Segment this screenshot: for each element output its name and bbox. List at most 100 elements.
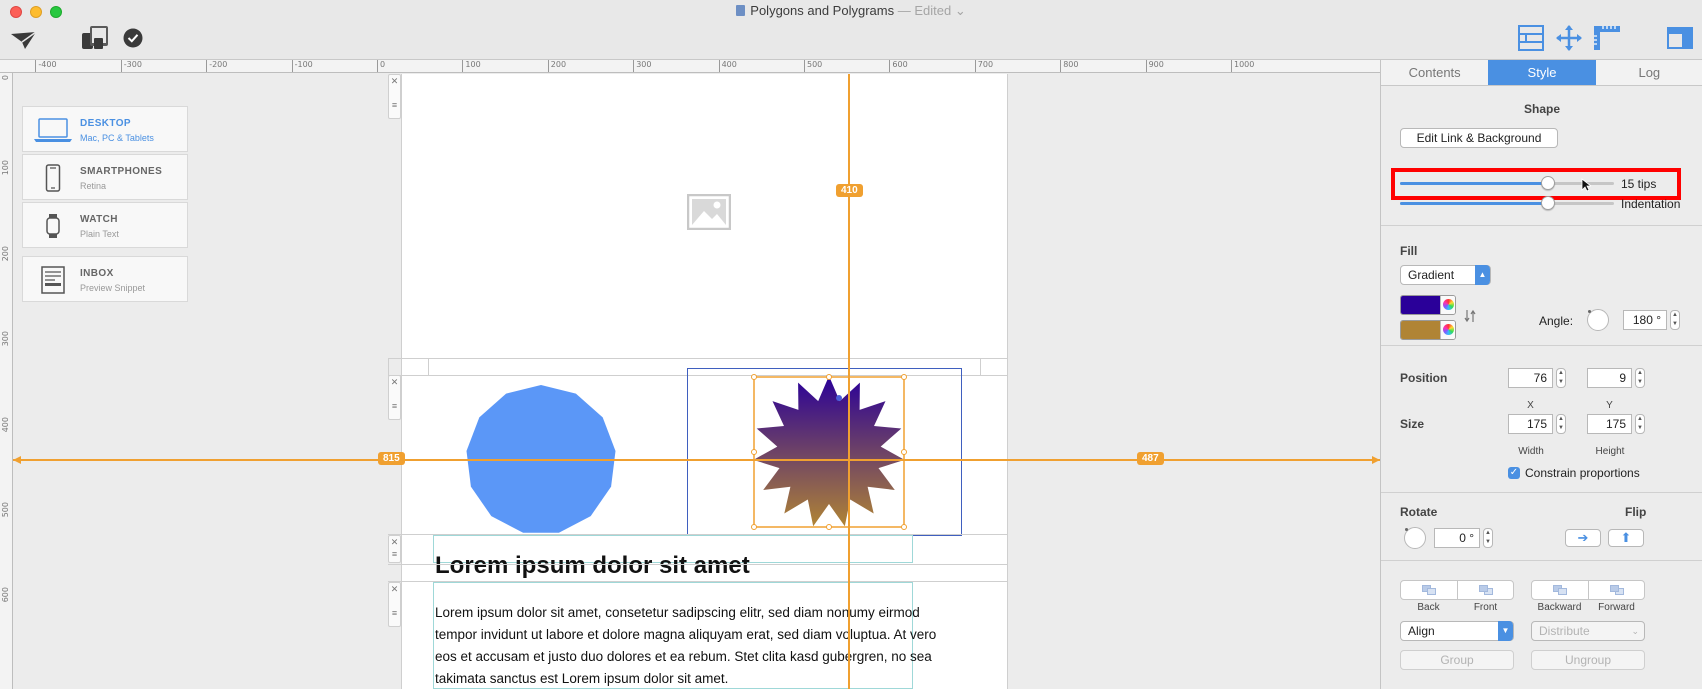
tab-contents[interactable]: Contents xyxy=(1381,60,1488,85)
send-to-back-icon xyxy=(1422,585,1436,595)
resize-handle[interactable] xyxy=(901,374,907,380)
bring-to-front-button[interactable] xyxy=(1457,581,1513,599)
color-wheel-icon[interactable] xyxy=(1440,321,1455,339)
tab-log[interactable]: Log xyxy=(1596,60,1702,85)
ruler-tick-mark xyxy=(377,60,378,72)
flip-vertical-button[interactable]: ⬆ xyxy=(1608,529,1644,547)
ruler-tick-mark xyxy=(120,60,122,72)
fill-type-select[interactable]: Gradient ▲ xyxy=(1400,265,1491,285)
heading-text[interactable]: Lorem ipsum dolor sit amet xyxy=(435,552,750,580)
resize-handle[interactable] xyxy=(751,524,757,530)
move-icon[interactable] xyxy=(1555,24,1583,52)
constrain-proportions-checkbox[interactable]: ✓ xyxy=(1508,467,1520,479)
tab-style[interactable]: Style xyxy=(1488,60,1596,85)
height-stepper[interactable]: ▲ ▼ xyxy=(1635,414,1645,434)
window-titlebar: Polygons and Polygrams — Edited ⌄ xyxy=(0,0,1702,60)
window-title-wrap: Polygons and Polygrams — Edited ⌄ xyxy=(0,3,1702,19)
bring-to-front-icon xyxy=(1478,585,1493,595)
ruler-tick-label: 100 xyxy=(465,60,481,69)
send-backward-icon xyxy=(1553,585,1567,595)
paragraph-text[interactable]: Lorem ipsum dolor sit amet, consetetur s… xyxy=(435,602,960,689)
polygram-star-shape[interactable] xyxy=(751,374,907,530)
send-icon[interactable] xyxy=(10,28,38,52)
sidebar-icon[interactable] xyxy=(1666,26,1694,50)
color-wheel-icon[interactable] xyxy=(1440,296,1455,314)
resize-handle[interactable] xyxy=(901,524,907,530)
send-to-back-button[interactable] xyxy=(1401,581,1457,599)
checkmark-icon[interactable] xyxy=(123,28,143,48)
ruler-tick-label: 1000 xyxy=(1234,60,1255,69)
position-x-stepper[interactable]: ▲ ▼ xyxy=(1556,368,1566,388)
ruler-tick-mark xyxy=(804,60,805,72)
align-select[interactable]: Align ▼ xyxy=(1400,621,1514,641)
gradient-color-1-well[interactable] xyxy=(1400,295,1456,315)
device-subtitle: Mac, PC & Tablets xyxy=(80,133,154,143)
height-field[interactable]: 175 xyxy=(1587,414,1632,434)
ruler-icon[interactable] xyxy=(1592,24,1622,52)
star-control-handle[interactable] xyxy=(836,395,842,401)
gradient-color-2-well[interactable] xyxy=(1400,320,1456,340)
swap-colors-icon[interactable] xyxy=(1464,308,1476,324)
row-handle[interactable]: ✕ ≡ xyxy=(388,74,401,119)
position-y-stepper[interactable]: ▲ ▼ xyxy=(1635,368,1645,388)
email-page[interactable]: ✕ ≡ ✕ ≡ ✕ ≡ Lorem ipsum dolor sit amet ✕ ≡ xyxy=(388,74,1008,689)
device-option-smartphones[interactable]: SMARTPHONES Retina xyxy=(22,154,188,200)
angle-dial[interactable] xyxy=(1587,309,1609,331)
edited-indicator[interactable]: — Edited ⌄ xyxy=(898,3,966,18)
distribute-select[interactable]: Distribute ⌄ xyxy=(1531,621,1645,641)
device-option-watch[interactable]: WATCH Plain Text xyxy=(22,202,188,248)
section-divider xyxy=(1381,492,1702,493)
backward-forward-buttons xyxy=(1531,580,1645,600)
device-subtitle: Retina xyxy=(80,181,107,191)
position-label: Position xyxy=(1400,371,1448,385)
row-handle[interactable]: ✕ ≡ xyxy=(388,535,401,563)
top-distance-badge: 410 xyxy=(836,184,863,197)
width-stepper[interactable]: ▲ ▼ xyxy=(1556,414,1566,434)
image-placeholder-icon[interactable] xyxy=(687,194,731,230)
device-option-inbox[interactable]: INBOX Preview Snippet xyxy=(22,256,188,302)
ruler-tick-label: 300 xyxy=(636,60,652,69)
ruler-tick-label: 200 xyxy=(550,60,567,69)
left-distance-badge: 815 xyxy=(378,452,405,465)
page-left-edge xyxy=(401,74,402,689)
ruler-tick-label: 800 xyxy=(1063,60,1079,69)
design-canvas[interactable]: DESKTOP Mac, PC & Tablets SMARTPHONES Retin… xyxy=(13,74,1380,689)
row-divider xyxy=(428,358,429,375)
layout-icon[interactable] xyxy=(1517,24,1545,52)
tips-slider-knob[interactable] xyxy=(1540,176,1555,190)
bring-forward-button[interactable] xyxy=(1588,581,1644,599)
width-field[interactable]: 175 xyxy=(1508,414,1553,434)
position-x-field[interactable]: 76 xyxy=(1508,368,1553,388)
tips-label: 15 tips xyxy=(1621,177,1657,191)
devices-icon[interactable] xyxy=(80,24,112,52)
rotate-dial[interactable] xyxy=(1404,527,1426,549)
ruler-tick-mark xyxy=(291,60,293,72)
front-label: Front xyxy=(1473,602,1498,613)
angle-stepper[interactable]: ▲ ▼ xyxy=(1670,310,1680,330)
resize-handle[interactable] xyxy=(826,374,832,380)
resize-handle[interactable] xyxy=(826,524,832,530)
row-divider xyxy=(980,358,981,375)
group-button[interactable]: Group xyxy=(1400,650,1514,670)
rotate-stepper[interactable]: ▲ ▼ xyxy=(1483,528,1493,548)
inspector-panel: Contents Style Log Shape Edit Link & Backg… xyxy=(1380,60,1702,689)
ungroup-button[interactable]: Ungroup xyxy=(1531,650,1645,670)
send-backward-button[interactable] xyxy=(1532,581,1588,599)
position-y-field[interactable]: 9 xyxy=(1587,368,1632,388)
horizontal-ruler: -400 -300 -200 -100 0 100 200 300 400 500 600 700 80… xyxy=(0,60,1380,73)
position-x-label: X xyxy=(1527,400,1534,411)
ruler-tick-label: -300 xyxy=(123,60,142,69)
flip-horizontal-button[interactable]: ➔ xyxy=(1565,529,1601,547)
indentation-slider-knob[interactable] xyxy=(1540,196,1555,210)
ruler-tick-label: -400 xyxy=(38,60,57,69)
edit-link-background-button[interactable]: Edit Link & Background xyxy=(1400,128,1558,148)
rotate-field[interactable]: 0 ° xyxy=(1434,528,1480,548)
device-option-desktop[interactable]: DESKTOP Mac, PC & Tablets xyxy=(22,106,188,152)
row-handle[interactable]: ✕ ≡ xyxy=(388,375,401,420)
ruler-tick-label: 600 xyxy=(892,60,908,69)
row-divider xyxy=(388,564,1008,565)
row-handle[interactable]: ✕ ≡ xyxy=(388,582,401,627)
angle-field[interactable]: 180 ° xyxy=(1623,310,1667,330)
resize-handle[interactable] xyxy=(751,374,757,380)
ruler-tick-label: 0 xyxy=(1,75,10,81)
